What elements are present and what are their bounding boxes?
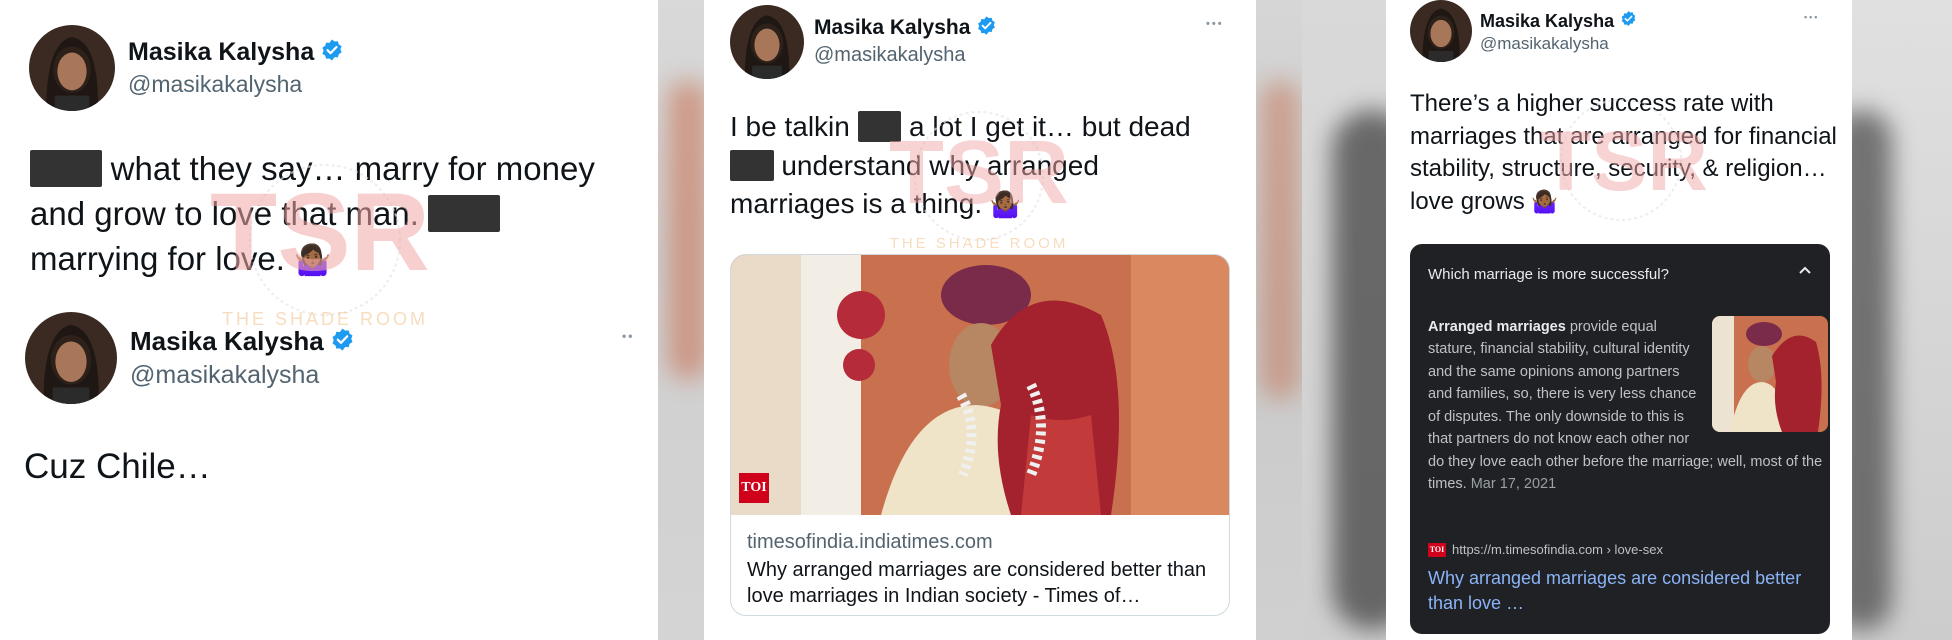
snippet-bold-term: Arranged marriages — [1428, 319, 1566, 335]
author-row: Masika Kalysha — [814, 15, 997, 41]
tweet-panel-2: Masika Kalysha @masikakalysha ••• I be t… — [704, 0, 1256, 640]
author-row: Masika Kalysha — [128, 38, 344, 67]
woman-shrugging-emoji-icon: 🤷🏾‍♀️ — [294, 243, 332, 277]
author-row: Masika Kalysha — [1480, 10, 1637, 32]
toi-favicon-icon: TOI — [1428, 542, 1446, 557]
verified-badge-icon — [330, 327, 355, 357]
avatar[interactable] — [25, 312, 117, 404]
chevron-up-icon[interactable] — [1798, 264, 1812, 281]
featured-snippet-text: Arranged marriages provide equal stature… — [1428, 316, 1828, 496]
redacted-word: ass — [730, 149, 774, 181]
tweet-text: Fuck what they say… marry for money and … — [30, 147, 620, 282]
link-preview-image: TOI — [731, 255, 1229, 515]
featured-question: Which marriage is more successful? — [1428, 266, 1669, 283]
avatar[interactable] — [29, 25, 115, 111]
blurred-background-middle — [1256, 0, 1302, 640]
verified-badge-icon — [1620, 10, 1637, 32]
woman-shrugging-emoji-icon: 🤷🏾‍♀️ — [1531, 188, 1559, 214]
woman-shrugging-emoji-icon: 🤷🏾‍♀️ — [989, 191, 1022, 220]
author-row: Masika Kalysha — [130, 326, 355, 357]
result-link[interactable]: Why arranged marriages are considered be… — [1428, 566, 1818, 616]
tweet-text-segment: what they say… marry for money and grow … — [30, 150, 595, 232]
author-name[interactable]: Masika Kalysha — [1480, 11, 1614, 32]
tweet-text-segment: understand why arranged marriages is a t… — [730, 149, 1099, 220]
avatar[interactable] — [1410, 0, 1472, 62]
blurred-background-right — [1852, 0, 1952, 640]
link-domain: timesofindia.indiatimes.com — [747, 531, 993, 553]
verified-badge-icon — [320, 38, 344, 67]
more-options-icon[interactable]: ••• — [1804, 12, 1819, 22]
tweet-text: There’s a higher success rate with marri… — [1410, 88, 1840, 219]
toi-logo-icon: TOI — [739, 473, 769, 503]
tweet-panel-1: Masika Kalysha @masikakalysha Fuck what … — [0, 0, 658, 640]
link-preview-card[interactable]: TOI timesofindia.indiatimes.com Why arra… — [730, 254, 1230, 616]
author-handle[interactable]: @masikakalysha — [130, 361, 319, 390]
blurred-background-left — [658, 0, 704, 640]
tweet-panel-3: Masika Kalysha @masikakalysha ••• There’… — [1386, 0, 1852, 640]
avatar[interactable] — [730, 5, 804, 79]
author-handle[interactable]: @masikakalysha — [1480, 34, 1609, 54]
snippet-thumbnail — [1712, 316, 1828, 432]
tweet-text-segment: I be talkin — [730, 111, 858, 142]
author-handle[interactable]: @masikakalysha — [814, 44, 965, 67]
more-options-icon[interactable]: •• — [622, 329, 634, 343]
result-url: https://m.timesofindia.com › love-sex — [1452, 542, 1663, 557]
redacted-word: Fuck — [428, 194, 500, 232]
tweet-text: I be talkin shit a lot I get it… but dea… — [730, 108, 1230, 224]
author-handle[interactable]: @masikakalysha — [128, 71, 302, 98]
result-source[interactable]: TOI https://m.timesofindia.com › love-se… — [1428, 542, 1663, 557]
tweet-text-segment: a lot I get it… but dead — [901, 111, 1191, 142]
snippet-date: Mar 17, 2021 — [1470, 476, 1557, 493]
author-name[interactable]: Masika Kalysha — [130, 326, 324, 357]
blurred-background-right-inner — [1302, 0, 1386, 640]
redacted-word: shit — [857, 111, 902, 142]
watermark-label: THE SHADE ROOM — [890, 235, 1069, 252]
redacted-word: Fuck — [30, 150, 102, 187]
author-name[interactable]: Masika Kalysha — [814, 16, 970, 40]
tweet-text-segment: marrying for love. — [30, 239, 295, 277]
google-answer-card[interactable]: Which marriage is more successful? Arran… — [1410, 244, 1830, 634]
more-options-icon[interactable]: ••• — [1206, 18, 1224, 30]
tweet-text: Cuz Chile… — [24, 447, 211, 486]
link-title: Why arranged marriages are considered be… — [747, 559, 1207, 607]
verified-badge-icon — [976, 15, 997, 41]
author-name[interactable]: Masika Kalysha — [128, 38, 314, 67]
tweet-text-segment: There’s a higher success rate with marri… — [1410, 90, 1837, 215]
